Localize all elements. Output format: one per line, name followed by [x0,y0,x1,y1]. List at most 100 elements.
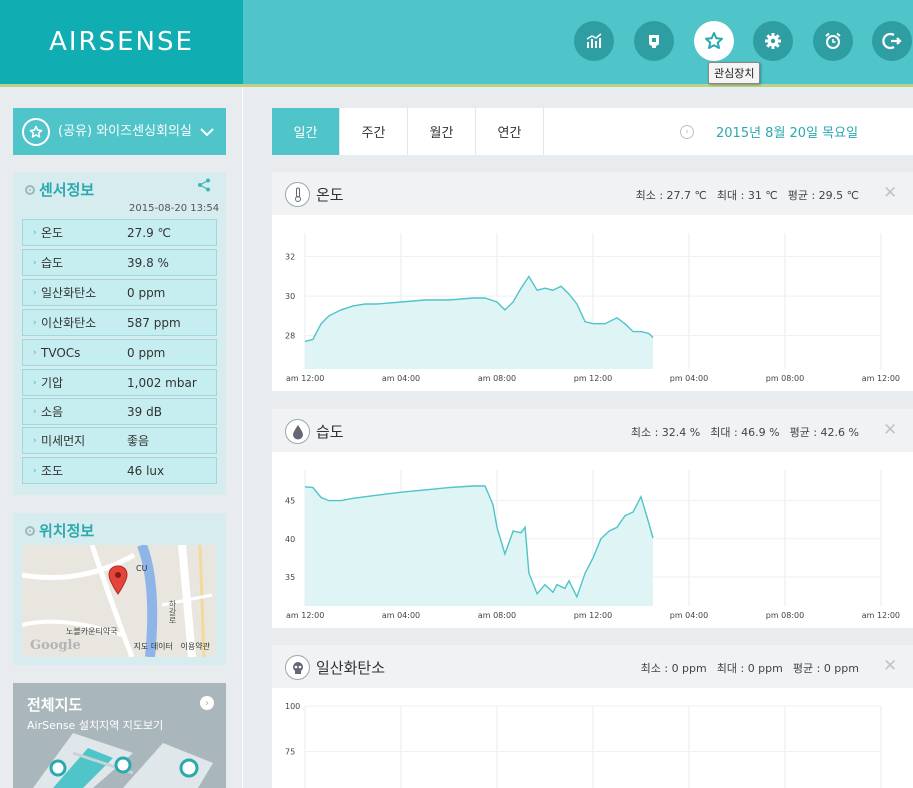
map-pin-icon[interactable] [108,565,128,595]
app-logo[interactable]: AIRSENSE [49,27,194,57]
x-tick-label: am 12:00 [286,611,324,620]
map-footer-links[interactable]: 지도 데이터 이용약관 [134,641,210,652]
sensor-panel-title: 센서정보 [25,179,94,200]
x-tick-label: pm 12:00 [574,611,612,620]
y-tick-label: 28 [285,331,295,340]
share-icon[interactable] [197,178,211,192]
logout-icon [882,32,902,50]
tab-daily[interactable]: 일간 [272,108,340,155]
tab-weekly[interactable]: 주간 [340,108,408,155]
stat-min: 최소 : 27.7 ℃ [635,189,707,202]
x-tick-label: pm 04:00 [670,611,708,620]
favorites-button[interactable] [694,21,734,61]
sensor-row-illuminance[interactable]: › 조도 46 lux [22,457,217,484]
target-icon [25,184,35,195]
x-tick-label: pm 04:00 [670,374,708,383]
card-stats: 최소 : 27.7 ℃ 최대 : 31 ℃ 평균 : 29.5 ℃ [626,187,859,203]
cup-icon [649,35,659,48]
x-tick-label: pm 08:00 [766,611,804,620]
x-tick-label: am 12:00 [862,374,900,383]
chevron-right-icon[interactable]: › [200,696,214,710]
chart-card-temperature: 온도 최소 : 27.7 ℃ 최대 : 31 ℃ 평균 : 29.5 ℃ ✕ 32 3… [272,172,913,391]
sensor-row-noise[interactable]: › 소음 39 dB [22,398,217,425]
skull-icon [285,655,310,680]
alarm-button[interactable] [813,21,853,61]
google-logo: Google [30,638,81,653]
tab-monthly[interactable]: 월간 [408,108,476,155]
x-tick-label: pm 12:00 [574,374,612,383]
map-label-road: 하갈로 [168,600,177,624]
chevron-down-icon [200,127,214,136]
star-icon [705,32,723,49]
sidebar-divider [242,87,243,788]
y-tick-label: 30 [285,292,295,301]
x-tick-label: pm 08:00 [766,374,804,383]
sensor-row-pressure[interactable]: › 기압 1,002 mbar [22,369,217,396]
stat-avg: 평균 : 42.6 % [789,426,859,439]
date-navigator: ‹ 2015년 8월 20일 목요일 [680,122,858,141]
thermometer-icon [285,182,310,207]
close-icon[interactable]: ✕ [883,658,897,675]
favorites-tooltip: 관심장치 [708,62,761,84]
sensor-timestamp: 2015-08-20 13:54 [129,203,220,214]
full-map-banner[interactable]: 전체지도 AirSense 설치지역 지도보기 › [13,683,226,788]
stat-min: 최소 : 0 ppm [640,662,707,675]
stat-max: 최대 : 31 ℃ [716,189,778,202]
current-date[interactable]: 2015년 8월 20일 목요일 [716,122,858,141]
y-tick-label: 45 [285,497,295,506]
stat-min: 최소 : 32.4 % [630,426,701,439]
sensor-row-temperature[interactable]: › 온도 27.9 ℃ [22,219,217,246]
stat-max: 최대 : 46.9 % [710,426,780,439]
tab-yearly[interactable]: 연간 [476,108,544,155]
y-tick-label: 32 [285,253,295,262]
close-icon[interactable]: ✕ [883,422,897,439]
chevron-left-icon[interactable]: ‹ [680,124,694,139]
series-area [305,276,653,369]
logo-area: AIRSENSE [0,0,243,84]
alarm-icon [825,32,841,49]
card-title: 일산화탄소 [316,659,386,677]
card-stats: 최소 : 0 ppm 최대 : 0 ppm 평균 : 0 ppm [631,660,859,676]
x-tick-label: am 12:00 [862,611,900,620]
x-tick-label: am 12:00 [286,374,324,383]
chart-icon [586,33,602,48]
statistics-button[interactable] [574,21,614,61]
droplet-icon [285,419,310,444]
sensor-row-fine-dust[interactable]: › 미세먼지 좋음 [22,427,217,454]
card-title: 온도 [316,186,344,204]
humidity-chart: 45 40 35 am 12:00 am 04:00 am 08:00 pm 12:00 pm… [285,470,900,620]
card-title: 습도 [316,423,344,441]
stat-avg: 평균 : 0 ppm [792,662,859,675]
stat-avg: 평균 : 29.5 ℃ [787,189,859,202]
y-tick-label: 75 [285,748,295,757]
device-button[interactable] [634,21,674,61]
sensor-row-co2[interactable]: › 이산화탄소 587 ppm [22,309,217,336]
location-map[interactable]: CU 노블카운티약국 하갈로 Google 지도 데이터 이용약관 [22,545,216,657]
star-icon [22,117,50,146]
x-tick-label: am 08:00 [478,611,516,620]
x-tick-label: am 04:00 [382,611,420,620]
chart-card-humidity: 습도 최소 : 32.4 % 최대 : 46.9 % 평균 : 42.6 % ✕ 4… [272,409,913,628]
device-selector[interactable]: (공유) 와이즈센싱회의실 [13,108,226,155]
y-tick-label: 35 [285,573,295,582]
series-area [305,486,653,606]
full-map-subtitle: AirSense 설치지역 지도보기 [27,719,164,732]
sensor-row-co[interactable]: › 일산화탄소 0 ppm [22,279,217,306]
y-tick-label: 40 [285,535,295,544]
sensor-row-humidity[interactable]: › 습도 39.8 % [22,249,217,276]
settings-button[interactable] [753,21,793,61]
temperature-chart: 32 30 28 am 12:00 am 04:00 am 08:00 pm 12:00 pm… [285,233,900,383]
logout-button[interactable] [872,21,912,61]
gear-icon [765,33,781,49]
card-stats: 최소 : 32.4 % 최대 : 46.9 % 평균 : 42.6 % [621,424,859,440]
sensor-row-tvocs[interactable]: › TVOCs 0 ppm [22,339,217,366]
location-panel-title: 위치정보 [25,520,94,541]
full-map-title: 전체지도 [27,696,83,714]
map-label-pharmacy: 노블카운티약국 [66,627,118,636]
chart-card-co: 일산화탄소 최소 : 0 ppm 최대 : 0 ppm 평균 : 0 ppm ✕ 1… [272,645,913,788]
stat-max: 최대 : 0 ppm [716,662,783,675]
co-chart: 1007550 [285,702,882,788]
device-name: (공유) 와이즈센싱회의실 [58,124,192,139]
close-icon[interactable]: ✕ [883,185,897,202]
target-icon [25,525,35,536]
